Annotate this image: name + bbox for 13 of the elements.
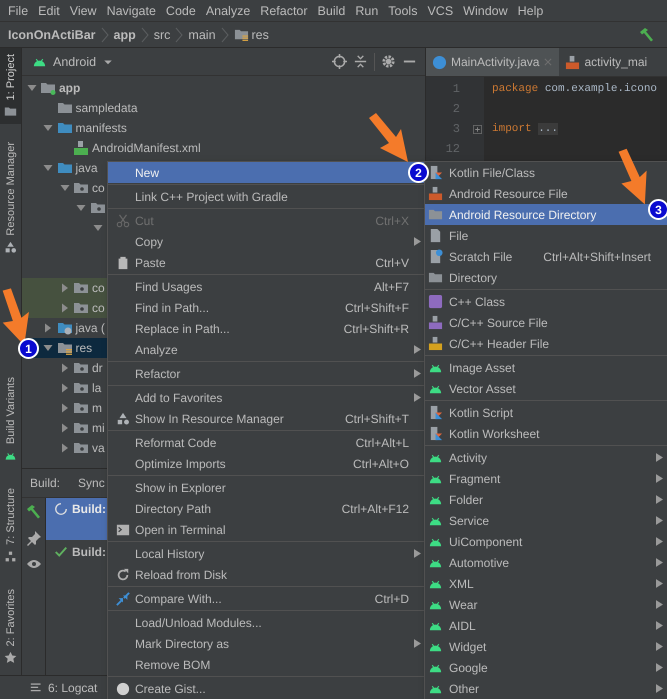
keyboard-shortcut: Ctrl+Alt+Shift+Insert <box>543 250 651 264</box>
code-line: package com.example.icono <box>492 83 658 95</box>
keyboard-shortcut: Ctrl+V <box>375 256 409 270</box>
keyboard-shortcut: Ctrl+Alt+L <box>356 436 409 450</box>
keyboard-shortcut: Ctrl+Shift+T <box>344 412 409 426</box>
keyboard-shortcut: Ctrl+D <box>374 592 409 606</box>
keyboard-shortcut: Ctrl+Alt+F12 <box>342 502 409 516</box>
keyboard-shortcut: Ctrl+Alt+O <box>352 456 409 470</box>
step-badge: 1 <box>18 338 39 359</box>
keyboard-shortcut: Ctrl+Shift+R <box>344 322 409 336</box>
code-line: import ... <box>492 123 558 135</box>
keyboard-shortcut: Alt+F7 <box>374 280 409 294</box>
keyboard-shortcut: Ctrl+Shift+F <box>344 300 409 314</box>
